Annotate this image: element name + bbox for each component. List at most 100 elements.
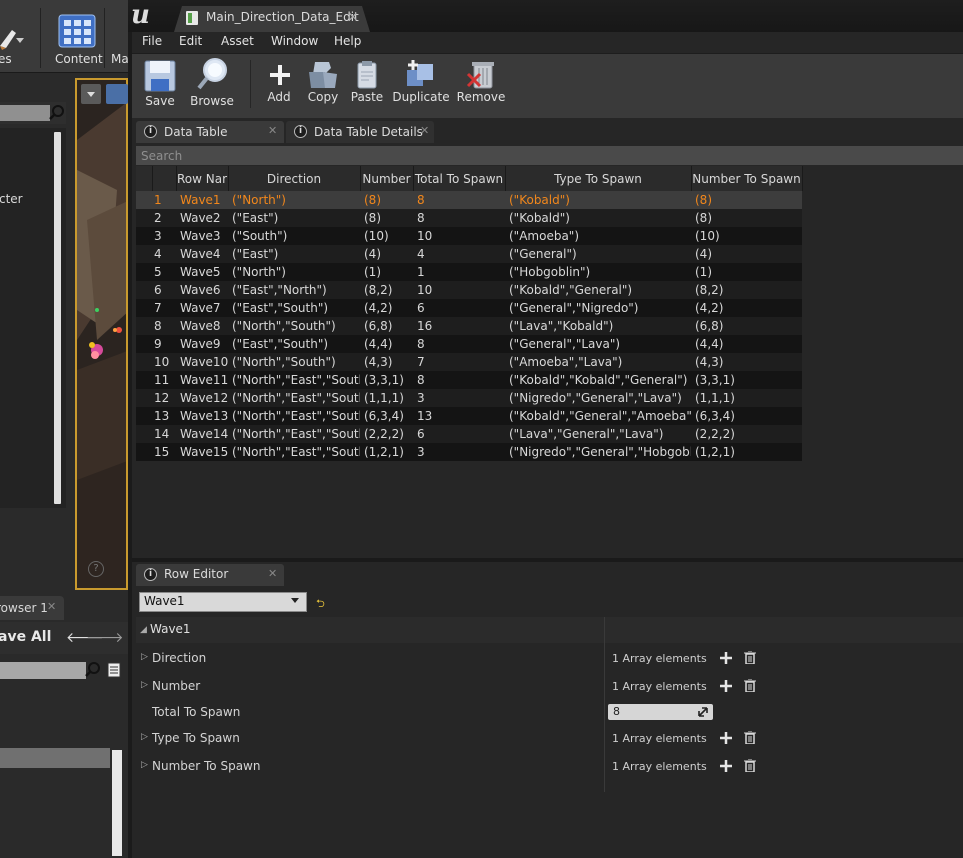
level-viewport[interactable] bbox=[75, 78, 128, 590]
row-drag-handle[interactable] bbox=[136, 281, 152, 299]
row-index[interactable]: 5 bbox=[152, 263, 176, 281]
number-cell[interactable]: (1,2,1) bbox=[360, 443, 413, 461]
menu-window[interactable]: Window bbox=[271, 34, 318, 48]
number-to-spawn-cell[interactable]: (3,3,1) bbox=[691, 371, 802, 389]
browse-button[interactable]: Browse bbox=[187, 56, 237, 114]
total-to-spawn-cell[interactable]: 10 bbox=[413, 281, 505, 299]
table-row[interactable]: 1 Wave1 ("North") (8) 8 ("Kobald") (8) bbox=[136, 191, 802, 209]
type-to-spawn-cell[interactable]: ("Lava","Kobald") bbox=[505, 317, 691, 335]
property-column-divider[interactable] bbox=[604, 617, 605, 792]
row-name[interactable]: Wave7 bbox=[176, 299, 228, 317]
table-row[interactable]: 12Wave12("North","East","South")(1,1,1)3… bbox=[136, 389, 802, 407]
view-options-icon[interactable] bbox=[107, 662, 121, 678]
total-to-spawn-cell[interactable]: 7 bbox=[413, 353, 505, 371]
row-name[interactable]: Wave1 bbox=[176, 191, 228, 209]
total-to-spawn-cell[interactable]: 3 bbox=[413, 389, 505, 407]
outliner-item-label[interactable]: cter bbox=[0, 192, 23, 206]
row-name[interactable]: Wave2 bbox=[176, 209, 228, 227]
total-to-spawn-cell[interactable]: 6 bbox=[413, 299, 505, 317]
row-name[interactable]: Wave11 bbox=[176, 371, 228, 389]
search-icon[interactable] bbox=[48, 104, 66, 122]
tab-data-table-details[interactable]: i Data Table Details ✕ bbox=[286, 121, 434, 143]
menu-help[interactable]: Help bbox=[334, 34, 361, 48]
column-header-type-to-spawn[interactable]: Type To Spawn bbox=[505, 166, 692, 191]
direction-cell[interactable]: ("North","East","South") bbox=[228, 371, 360, 389]
search-icon[interactable] bbox=[84, 661, 102, 679]
row-name[interactable]: Wave13 bbox=[176, 407, 228, 425]
number-to-spawn-cell[interactable]: (1,1,1) bbox=[691, 389, 802, 407]
row-name[interactable]: Wave4 bbox=[176, 245, 228, 263]
content-browser-tab-label[interactable]: rowser 1 bbox=[0, 601, 48, 615]
panel-splitter[interactable] bbox=[132, 558, 963, 562]
direction-cell[interactable]: ("North") bbox=[228, 263, 360, 281]
number-to-spawn-cell[interactable]: (8) bbox=[691, 209, 802, 227]
total-to-spawn-cell[interactable]: 8 bbox=[413, 371, 505, 389]
row-name[interactable]: Wave6 bbox=[176, 281, 228, 299]
type-to-spawn-cell[interactable]: ("Amoeba") bbox=[505, 227, 691, 245]
row-drag-handle[interactable] bbox=[136, 371, 152, 389]
search-input[interactable] bbox=[136, 146, 963, 165]
row-index[interactable]: 13 bbox=[152, 407, 176, 425]
row-drag-handle[interactable] bbox=[136, 389, 152, 407]
number-cell[interactable]: (8,2) bbox=[360, 281, 413, 299]
total-to-spawn-cell[interactable]: 13 bbox=[413, 407, 505, 425]
column-header-row-name[interactable]: Row Nar bbox=[176, 166, 229, 191]
row-index[interactable]: 10 bbox=[152, 353, 176, 371]
type-to-spawn-cell[interactable]: ("Kobald") bbox=[505, 209, 691, 227]
direction-cell[interactable]: ("North","South") bbox=[228, 353, 360, 371]
table-row[interactable]: 4 Wave4 ("East") (4) 4 ("General") (4) bbox=[136, 245, 802, 263]
table-row[interactable]: 7 Wave7 ("East","South") (4,2) 6 ("General","… bbox=[136, 299, 802, 317]
number-to-spawn-cell[interactable]: (4,3) bbox=[691, 353, 802, 371]
direction-cell[interactable]: ("North") bbox=[228, 191, 360, 209]
tab-row-editor[interactable]: i Row Editor ✕ bbox=[136, 564, 284, 586]
number-cell[interactable]: (4,3) bbox=[360, 353, 413, 371]
total-to-spawn-cell[interactable]: 8 bbox=[413, 209, 505, 227]
type-to-spawn-cell[interactable]: ("Kobald","Kobald","General") bbox=[505, 371, 691, 389]
direction-cell[interactable]: ("North","East","South") bbox=[228, 425, 360, 443]
row-drag-handle[interactable] bbox=[136, 317, 152, 335]
expand-arrow-right-icon[interactable]: ▷ bbox=[141, 652, 148, 662]
number-to-spawn-cell[interactable]: (4,2) bbox=[691, 299, 802, 317]
type-to-spawn-cell[interactable]: ("General","Lava") bbox=[505, 335, 691, 353]
number-cell[interactable]: (1,1,1) bbox=[360, 389, 413, 407]
table-row[interactable]: 5 Wave5 ("North") (1) 1 ("Hobgoblin") (1) bbox=[136, 263, 802, 281]
row-index[interactable]: 2 bbox=[152, 209, 176, 227]
content-search-input[interactable] bbox=[0, 662, 86, 679]
add-element-icon[interactable] bbox=[719, 679, 733, 693]
row-drag-handle[interactable] bbox=[136, 227, 152, 245]
table-row[interactable]: 8 Wave8 ("North","South") (6,8) 16 ("Lava","K… bbox=[136, 317, 802, 335]
row-index[interactable]: 6 bbox=[152, 281, 176, 299]
row-index[interactable]: 9 bbox=[152, 335, 176, 353]
type-to-spawn-cell[interactable]: ("Lava","General","Lava") bbox=[505, 425, 691, 443]
direction-cell[interactable]: ("North","East","South") bbox=[228, 443, 360, 461]
add-element-icon[interactable] bbox=[719, 651, 733, 665]
number-cell[interactable]: (4) bbox=[360, 245, 413, 263]
close-icon[interactable]: ✕ bbox=[268, 567, 277, 580]
total-to-spawn-cell[interactable]: 8 bbox=[413, 335, 505, 353]
expand-arrow-down-icon[interactable]: ◢ bbox=[140, 625, 147, 635]
row-name[interactable]: Wave15 bbox=[176, 443, 228, 461]
viewport-help-icon[interactable]: ? bbox=[88, 561, 104, 577]
column-header-total-to-spawn[interactable]: Total To Spawn bbox=[413, 166, 506, 191]
number-to-spawn-cell[interactable]: (1) bbox=[691, 263, 802, 281]
table-row[interactable]: 13Wave13("North","East","South")(6,3,4)1… bbox=[136, 407, 802, 425]
content-browser-icon[interactable] bbox=[58, 14, 96, 48]
column-header-number[interactable]: Number bbox=[360, 166, 414, 191]
viewport-options-button[interactable] bbox=[81, 84, 101, 104]
add-button[interactable]: Add bbox=[261, 56, 297, 114]
save-button[interactable]: Save bbox=[139, 56, 181, 114]
row-name[interactable]: Wave14 bbox=[176, 425, 228, 443]
duplicate-button[interactable]: Duplicate bbox=[392, 56, 450, 114]
trash-icon[interactable] bbox=[744, 679, 756, 692]
direction-cell[interactable]: ("East") bbox=[228, 209, 360, 227]
tab-data-table[interactable]: i Data Table ✕ bbox=[136, 121, 284, 143]
close-icon[interactable]: ✕ bbox=[268, 124, 277, 137]
trash-icon[interactable] bbox=[744, 731, 756, 744]
close-icon[interactable]: ✕ bbox=[348, 10, 358, 24]
brush-tool-icon[interactable] bbox=[0, 24, 26, 50]
type-to-spawn-cell[interactable]: ("Kobald","General","Amoeba") bbox=[505, 407, 691, 425]
table-row[interactable]: 14Wave14("North","East","South")(2,2,2)6… bbox=[136, 425, 802, 443]
row-name[interactable]: Wave3 bbox=[176, 227, 228, 245]
row-index[interactable]: 11 bbox=[152, 371, 176, 389]
document-tab-title[interactable]: Main_Direction_Data_Edit bbox=[206, 10, 359, 24]
